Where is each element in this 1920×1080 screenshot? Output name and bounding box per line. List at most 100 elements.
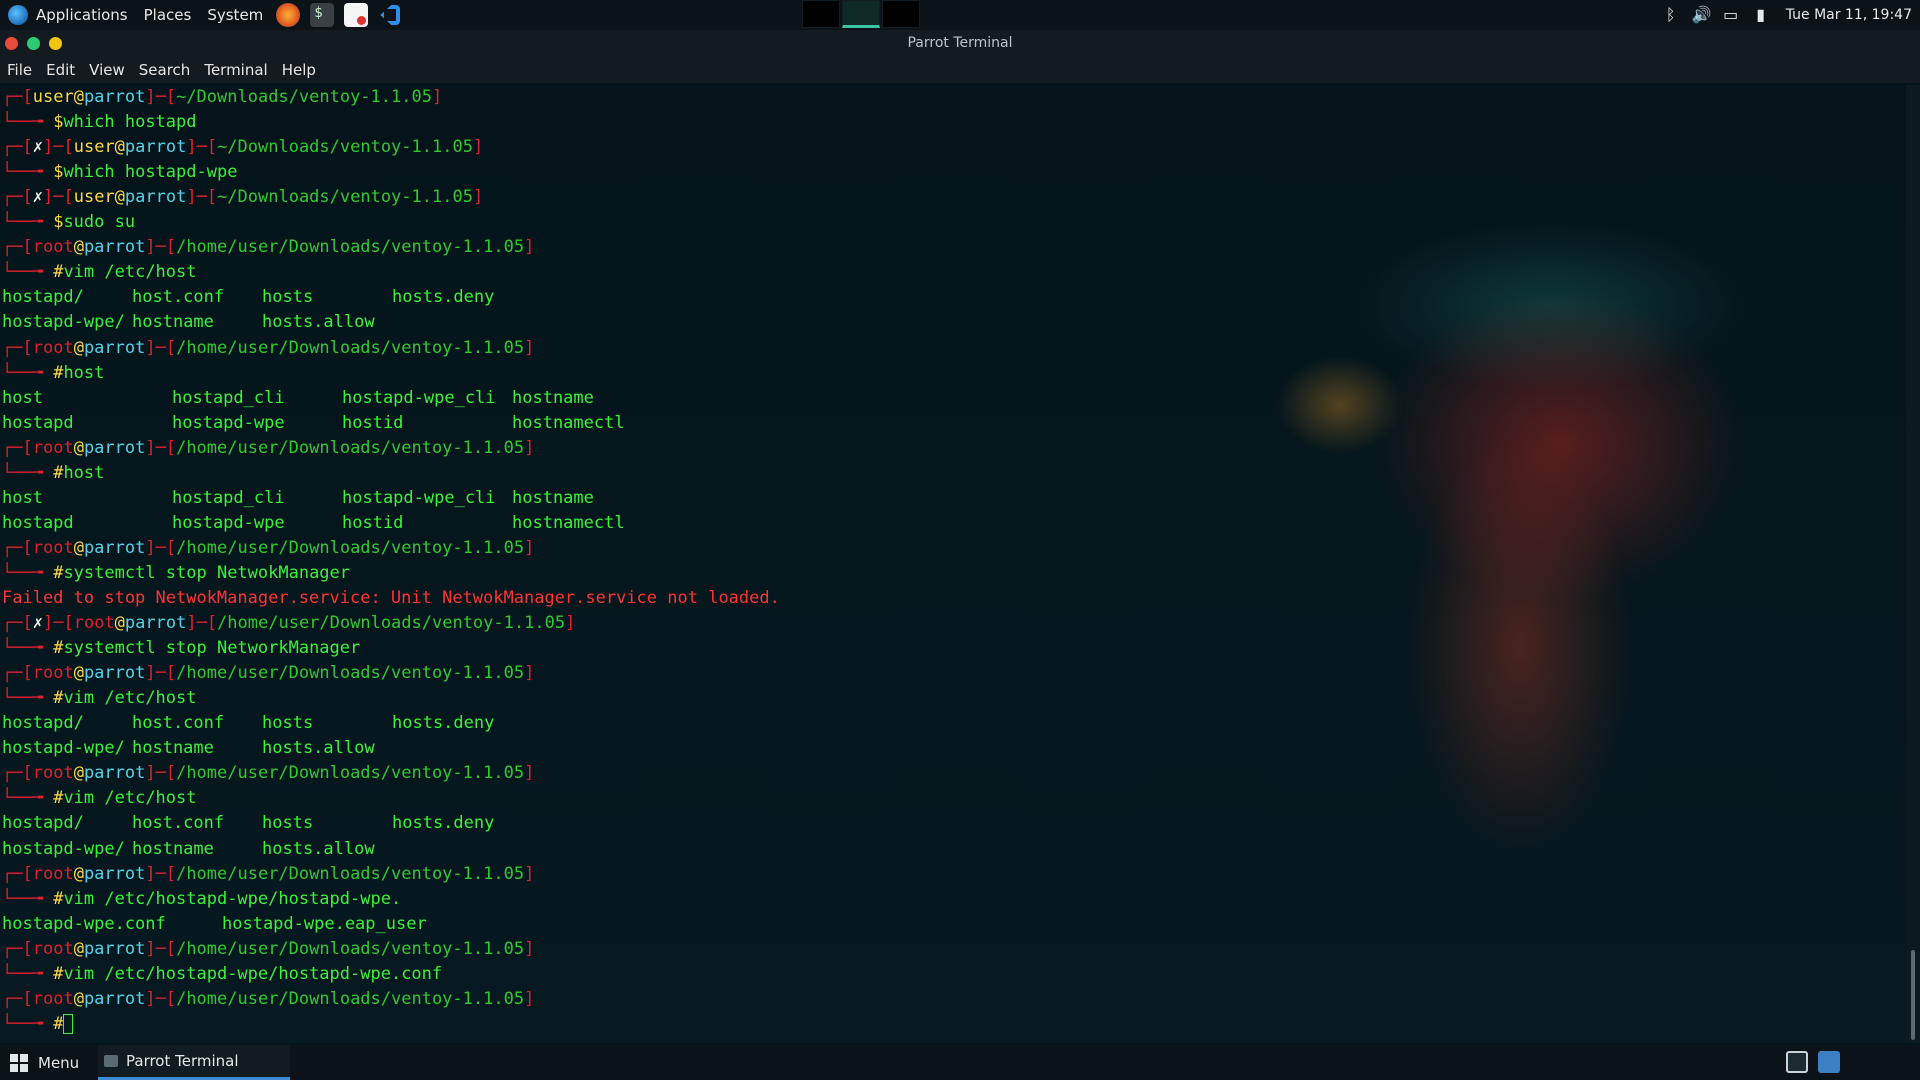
window-titlebar[interactable]: Parrot Terminal — [0, 30, 1920, 56]
prompt-bracket: [ — [22, 87, 33, 107]
prompt-bracket: ]─[ — [145, 437, 177, 458]
output-entry: hostnamectl — [512, 412, 625, 433]
prompt-path: ~/Downloads/ventoy-1.1.05 — [176, 87, 432, 107]
menu-view[interactable]: View — [82, 61, 132, 79]
output-entry: hostapd/ — [2, 287, 84, 308]
output-entry: host — [2, 387, 43, 408]
command-line: └──╼ #vim /etc/host — [2, 786, 197, 811]
error-text: Failed to stop NetwokManager.service: Un… — [2, 588, 780, 608]
menu-search[interactable]: Search — [132, 61, 198, 79]
prompt-symbol: # — [53, 1013, 64, 1034]
command-text: vim /etc/host — [63, 262, 197, 283]
minimize-window-button[interactable] — [27, 37, 40, 50]
command-line: └──╼ #systemctl stop NetworkManager — [2, 636, 360, 661]
text-editor-launcher-icon[interactable] — [344, 3, 369, 27]
prompt-host: parrot — [124, 137, 187, 158]
menu-terminal[interactable]: Terminal — [197, 61, 274, 79]
terminal-scrollbar[interactable] — [1906, 85, 1920, 1043]
prompt-line: ┌─[root@parrot]─[/home/user/Downloads/ve… — [2, 536, 534, 561]
system-tray: ᛒ 🔊 ▭ ▮ Tue Mar 11, 19:47 — [1656, 0, 1912, 30]
prompt-path: /home/user/Downloads/ventoy-1.1.05 — [176, 938, 525, 959]
prompt-user: root — [32, 663, 74, 684]
command-text: host — [63, 362, 105, 383]
prompt-corner: ┌─ — [2, 237, 23, 258]
prompt-bracket: ] — [524, 988, 535, 1009]
prompt-bracket: ]─[ — [145, 237, 177, 258]
battery-icon[interactable]: ▮ — [1752, 6, 1770, 24]
maximize-window-button[interactable] — [49, 37, 62, 50]
prompt-at: @ — [114, 613, 125, 634]
prompt-user: root — [32, 863, 74, 884]
workspace-switcher-icon[interactable] — [1818, 1051, 1840, 1073]
output-entry: hostapd-wpe — [172, 412, 285, 433]
taskbar-item-terminal[interactable]: Parrot Terminal — [98, 1045, 290, 1080]
prompt-line: ┌─[root@parrot]─[/home/user/Downloads/ve… — [2, 761, 534, 786]
command-text: which hostapd — [63, 112, 197, 133]
terminal-menubar: File Edit View Search Terminal Help — [0, 56, 1920, 83]
workspace-2[interactable] — [842, 0, 880, 28]
firefox-launcher-icon[interactable] — [276, 3, 301, 27]
output-entry: hostapd_cli — [172, 387, 285, 408]
output-entry: hostname — [132, 738, 214, 759]
prompt-host: parrot — [83, 87, 146, 107]
scrollbar-thumb[interactable] — [1911, 950, 1915, 1040]
output-entry: hosts.deny — [392, 713, 495, 734]
command-text: vim /etc/host — [63, 788, 197, 809]
terminal-launcher-icon[interactable] — [310, 3, 335, 27]
clock[interactable]: Tue Mar 11, 19:47 — [1786, 7, 1912, 23]
text-cursor[interactable] — [63, 1013, 74, 1034]
prompt-host: parrot — [83, 988, 146, 1009]
prompt-host: parrot — [124, 187, 187, 208]
prompt-corner: ┌─ — [2, 763, 23, 784]
bottom-panel: Menu Parrot Terminal — [0, 1045, 1920, 1080]
applications-menu[interactable]: Applications — [0, 5, 136, 25]
menu-button[interactable]: Menu — [0, 1053, 89, 1072]
workspace-switcher — [802, 0, 922, 28]
prompt-corner: └──╼ — [2, 112, 54, 133]
failed-status-icon: ✗ — [32, 613, 43, 634]
network-icon[interactable]: ▭ — [1722, 6, 1740, 24]
volume-icon[interactable]: 🔊 — [1692, 6, 1712, 24]
show-desktop-icon[interactable] — [1786, 1051, 1808, 1073]
prompt-bracket: [ — [22, 763, 33, 784]
bluetooth-icon[interactable]: ᛒ — [1662, 6, 1680, 24]
places-menu[interactable]: Places — [136, 6, 200, 24]
prompt-at: @ — [73, 663, 84, 684]
output-entry: hostname — [132, 312, 214, 333]
menu-button-label: Menu — [38, 1053, 80, 1072]
menu-edit[interactable]: Edit — [39, 61, 82, 79]
prompt-user: root — [32, 337, 74, 358]
output-entry: hosts.allow — [262, 838, 375, 859]
output-entry: host.conf — [132, 287, 225, 308]
prompt-corner: └──╼ — [2, 212, 54, 233]
vscode-launcher-icon[interactable] — [378, 3, 402, 27]
prompt-user: root — [32, 938, 74, 959]
command-text: vim /etc/host — [63, 688, 197, 709]
prompt-bracket: ] — [565, 613, 576, 634]
prompt-line: ┌─[✗]─[root@parrot]─[/home/user/Download… — [2, 611, 575, 636]
prompt-bracket: [ — [63, 613, 74, 634]
prompt-corner: ┌─ — [2, 437, 23, 458]
command-line: └──╼ #vim /etc/host — [2, 686, 197, 711]
output-entry: hostapd-wpe_cli — [342, 487, 496, 508]
prompt-line: ┌─[root@parrot]─[/home/user/Downloads/ve… — [2, 336, 534, 361]
output-entry: hostapd-wpe — [172, 512, 285, 533]
menu-help[interactable]: Help — [275, 61, 323, 79]
workspace-3[interactable] — [882, 0, 920, 28]
prompt-user: user — [73, 137, 115, 158]
output-entry: hostapd-wpe_cli — [342, 387, 496, 408]
prompt-bracket: ]─[ — [186, 137, 218, 158]
workspace-1[interactable] — [802, 0, 840, 28]
prompt-bracket: ]─[ — [145, 763, 177, 784]
system-menu[interactable]: System — [199, 6, 271, 24]
menu-file[interactable]: File — [0, 61, 39, 79]
close-window-button[interactable] — [5, 37, 18, 50]
prompt-bracket: [ — [22, 537, 33, 558]
places-menu-label: Places — [143, 6, 192, 24]
output-entry: host.conf — [132, 713, 225, 734]
terminal-output[interactable]: ┌─[user@parrot]─[~/Downloads/ventoy-1.1.… — [0, 85, 1906, 1043]
prompt-bracket: ]─ — [42, 187, 64, 208]
bottom-panel-tray — [1776, 1051, 1840, 1073]
prompt-bracket: ]─[ — [145, 938, 177, 959]
prompt-line: ┌─[root@parrot]─[/home/user/Downloads/ve… — [2, 235, 534, 260]
